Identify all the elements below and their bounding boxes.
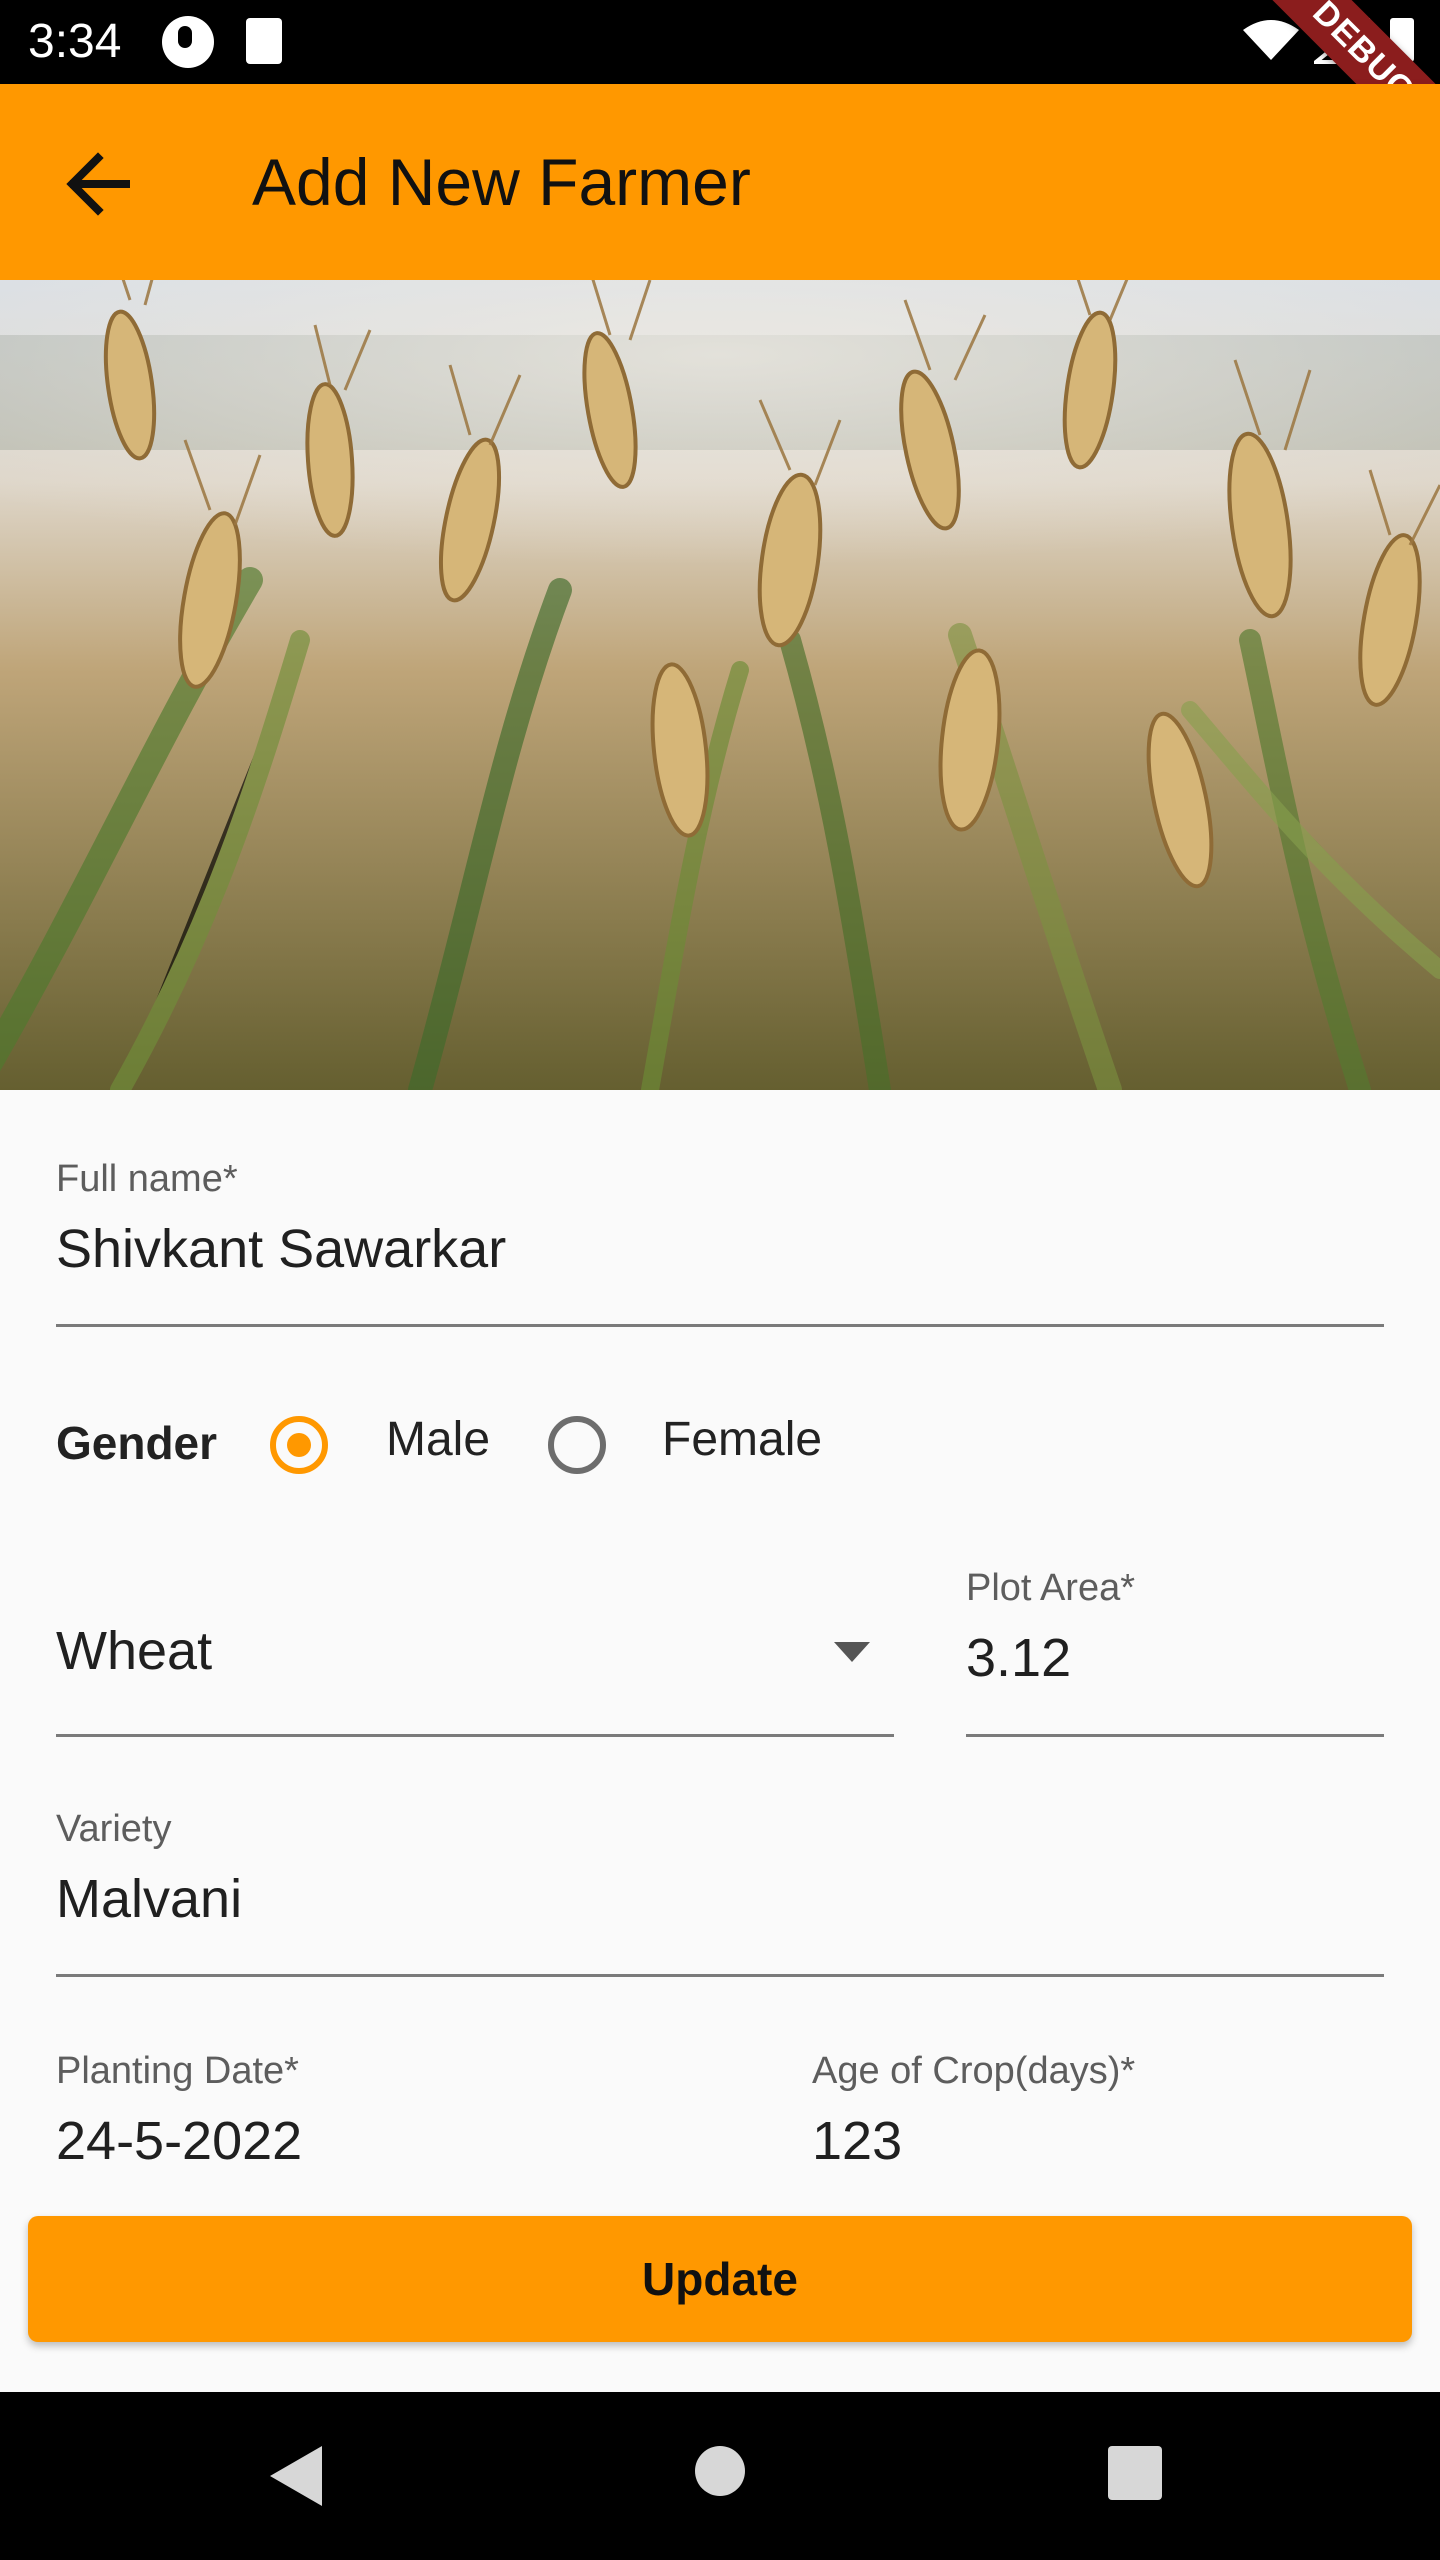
crop-select[interactable]: Wheat xyxy=(56,1620,212,1682)
nav-home-icon[interactable] xyxy=(695,2446,745,2496)
plot-area-input[interactable]: 3.12 xyxy=(966,1627,1071,1689)
wifi-icon xyxy=(1243,20,1299,60)
full-name-label: Full name* xyxy=(56,1158,238,1200)
wheat-illustration xyxy=(0,280,1440,1090)
chevron-down-icon[interactable] xyxy=(834,1642,870,1662)
female-radio[interactable] xyxy=(548,1416,606,1474)
status-bar: 3:34 DEBUG xyxy=(0,0,1440,164)
plot-area-underline xyxy=(966,1734,1384,1737)
update-button[interactable]: Update xyxy=(28,2216,1412,2342)
nav-back-icon[interactable] xyxy=(270,2446,322,2506)
full-name-underline xyxy=(56,1324,1384,1327)
variety-underline xyxy=(56,1974,1384,1977)
app-status-icon xyxy=(162,16,214,68)
age-of-crop-label: Age of Crop(days)* xyxy=(812,2050,1136,2092)
plot-area-label: Plot Area* xyxy=(966,1567,1135,1609)
sd-card-icon xyxy=(246,18,282,64)
male-option-label[interactable]: Male xyxy=(386,1412,490,1467)
female-option-label[interactable]: Female xyxy=(662,1412,822,1467)
planting-date-input[interactable]: 24-5-2022 xyxy=(56,2110,302,2172)
age-of-crop-input[interactable]: 123 xyxy=(812,2110,902,2172)
variety-label: Variety xyxy=(56,1808,172,1850)
full-name-input[interactable]: Shivkant Sawarkar xyxy=(56,1218,506,1280)
male-radio[interactable] xyxy=(270,1416,328,1474)
crop-select-underline xyxy=(56,1734,894,1737)
app-bar: Add New Farmer xyxy=(0,84,1440,280)
back-arrow-icon[interactable] xyxy=(56,140,144,228)
wheat-field-image xyxy=(0,280,1440,1090)
status-time: 3:34 xyxy=(28,15,122,68)
variety-input[interactable]: Malvani xyxy=(56,1868,242,1930)
planting-date-label: Planting Date* xyxy=(56,2050,299,2092)
page-title: Add New Farmer xyxy=(252,145,751,219)
nav-recents-icon[interactable] xyxy=(1108,2446,1162,2500)
gender-label: Gender xyxy=(56,1417,218,1469)
android-navigation-bar xyxy=(0,2392,1440,2560)
